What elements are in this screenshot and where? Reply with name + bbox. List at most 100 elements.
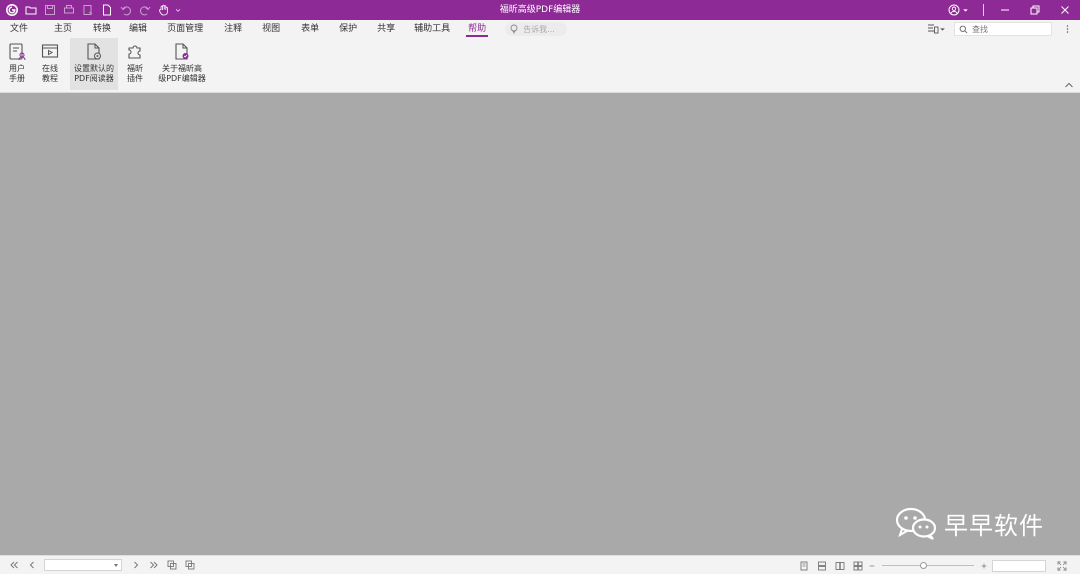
double-chevron-right-icon — [150, 561, 158, 569]
next-view-button[interactable] — [182, 557, 198, 573]
zoom-out-button[interactable] — [868, 558, 876, 574]
tab-file[interactable]: 文件 — [1, 20, 37, 38]
last-page-button[interactable] — [146, 557, 162, 573]
chevron-left-icon — [29, 561, 34, 569]
redo-icon[interactable] — [136, 2, 153, 18]
facing-page-icon — [835, 561, 845, 570]
window-controls — [948, 0, 1080, 20]
zoom-in-button[interactable] — [980, 558, 988, 574]
more-options-button[interactable] — [1060, 22, 1074, 36]
next-page-button[interactable] — [128, 557, 144, 573]
single-page-view-button[interactable] — [796, 558, 812, 574]
collapse-ribbon-icon[interactable] — [1064, 81, 1074, 89]
minimize-icon — [1001, 9, 1009, 11]
copy-view-icon — [167, 560, 177, 570]
divider — [983, 4, 984, 16]
facing-view-button[interactable] — [832, 558, 848, 574]
continuous-facing-view-button[interactable] — [850, 558, 866, 574]
continuous-view-button[interactable] — [814, 558, 830, 574]
ribbon-panel-help: 用户 手册 在线 教程 设置默认的 PDF阅读器 福昕 插件 关于福昕高 级PD… — [0, 38, 1080, 93]
user-account-icon — [948, 4, 960, 16]
tab-share[interactable]: 共享 — [368, 20, 404, 38]
restore-icon — [1030, 5, 1040, 15]
full-screen-button[interactable] — [1054, 558, 1070, 574]
search-field[interactable] — [954, 22, 1052, 36]
minus-icon — [869, 565, 875, 566]
chevron-right-icon — [134, 561, 139, 569]
search-icon — [959, 25, 968, 33]
plus-icon — [981, 563, 987, 568]
user-manual-icon — [6, 41, 28, 63]
tab-convert[interactable]: 转换 — [84, 20, 120, 38]
online-tutorial-icon — [39, 41, 61, 63]
zoom-level-input[interactable] — [992, 559, 1046, 572]
chevron-down-icon — [940, 27, 945, 31]
about-label: 关于福昕高 级PDF编辑器 — [158, 64, 206, 83]
plugin-icon — [124, 41, 146, 63]
customize-toolbar-icon[interactable] — [174, 2, 182, 18]
status-right-tools — [794, 556, 1080, 574]
previous-view-button[interactable] — [164, 557, 180, 573]
title-bar: 福昕高级PDF编辑器 — [0, 0, 1080, 20]
undo-icon[interactable] — [117, 2, 134, 18]
tab-form[interactable]: 表单 — [292, 20, 328, 38]
continuous-facing-icon — [853, 561, 863, 570]
first-page-button[interactable] — [6, 557, 22, 573]
user-manual-label: 用户 手册 — [9, 64, 25, 83]
set-default-reader-label: 设置默认的 PDF阅读器 — [74, 64, 114, 83]
ribbon-tab-bar: 文件 主页 转换 编辑 页面管理 注释 视图 表单 保护 共享 辅助工具 帮助 … — [0, 20, 1080, 38]
watermark-text: 早早软件 — [944, 511, 1044, 540]
zoom-slider[interactable] — [882, 562, 974, 569]
reading-mode-icon — [928, 24, 939, 34]
wechat-icon — [895, 507, 937, 540]
tab-home[interactable]: 主页 — [45, 20, 81, 38]
app-logo-icon[interactable] — [3, 2, 20, 18]
continuous-page-icon — [818, 561, 826, 570]
print-icon[interactable] — [60, 2, 77, 18]
page-number-input[interactable] — [44, 559, 122, 571]
status-bar — [0, 555, 1080, 574]
save-icon[interactable] — [41, 2, 58, 18]
new-document-icon[interactable] — [98, 2, 115, 18]
tab-accessibility[interactable]: 辅助工具 — [405, 20, 459, 38]
tab-help[interactable]: 帮助 — [459, 20, 495, 38]
tab-edit[interactable]: 编辑 — [120, 20, 156, 38]
fullscreen-icon — [1057, 561, 1067, 570]
reading-mode-button[interactable] — [927, 23, 946, 35]
watermark: 早早软件 — [894, 505, 1044, 541]
close-icon — [1061, 6, 1069, 14]
tab-view[interactable]: 视图 — [253, 20, 289, 38]
plugins-button[interactable]: 福昕 插件 — [120, 38, 150, 90]
chevron-down-icon — [114, 564, 118, 567]
hand-tool-icon[interactable] — [155, 2, 172, 18]
default-reader-icon — [83, 41, 105, 63]
restore-button[interactable] — [1020, 0, 1050, 20]
online-tutorial-label: 在线 教程 — [42, 64, 58, 83]
tell-me-placeholder: 告诉我... — [523, 24, 555, 34]
online-tutorial-button[interactable]: 在线 教程 — [34, 38, 66, 90]
document-workspace: 早早软件 — [0, 93, 1080, 555]
zoom-slider-thumb[interactable] — [919, 562, 927, 569]
user-manual-button[interactable]: 用户 手册 — [2, 38, 32, 90]
chevron-down-icon — [963, 8, 968, 12]
scan-icon[interactable] — [79, 2, 96, 18]
single-page-icon — [800, 561, 808, 570]
minimize-button[interactable] — [990, 0, 1020, 20]
previous-page-button[interactable] — [24, 557, 40, 573]
tab-page-management[interactable]: 页面管理 — [158, 20, 212, 38]
close-button[interactable] — [1050, 0, 1080, 20]
quick-access-toolbar — [0, 0, 184, 20]
tell-me-box[interactable]: 告诉我... — [505, 22, 568, 36]
account-button[interactable] — [948, 4, 969, 16]
search-input[interactable] — [972, 24, 1050, 34]
set-default-reader-button[interactable]: 设置默认的 PDF阅读器 — [70, 38, 118, 90]
tab-comment[interactable]: 注释 — [215, 20, 251, 38]
open-folder-icon[interactable] — [22, 2, 39, 18]
copy-view-icon — [185, 560, 195, 570]
more-vertical-icon — [1066, 25, 1068, 33]
tab-protect[interactable]: 保护 — [330, 20, 366, 38]
double-chevron-left-icon — [10, 561, 18, 569]
plugins-label: 福昕 插件 — [127, 64, 143, 83]
about-icon — [171, 41, 193, 63]
about-button[interactable]: 关于福昕高 级PDF编辑器 — [154, 38, 210, 90]
